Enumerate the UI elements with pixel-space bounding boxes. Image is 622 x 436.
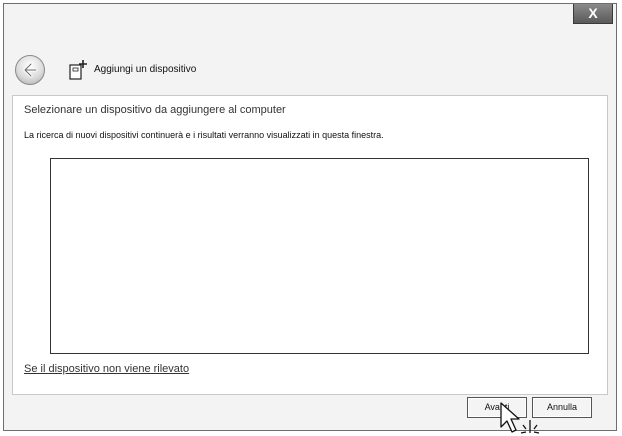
- device-list[interactable]: [50, 158, 589, 354]
- back-button[interactable]: [15, 55, 45, 85]
- content-panel: Selezionare un dispositivo da aggiungere…: [12, 95, 608, 395]
- close-button[interactable]: X: [573, 4, 613, 24]
- add-device-icon: [69, 60, 87, 80]
- add-device-window: X Aggiungi un dispositivo Selezionare un…: [3, 3, 617, 431]
- back-arrow-icon: [23, 62, 38, 78]
- search-status-text: La ricerca di nuovi dispositivi continue…: [24, 130, 384, 140]
- wizard-header: Aggiungi un dispositivo: [4, 46, 616, 92]
- wizard-title: Aggiungi un dispositivo: [94, 64, 197, 75]
- device-not-detected-link[interactable]: Se il dispositivo non viene rilevato: [24, 363, 189, 375]
- instruction-text: Selezionare un dispositivo da aggiungere…: [24, 104, 286, 116]
- mouse-pointer-icon: [500, 402, 540, 434]
